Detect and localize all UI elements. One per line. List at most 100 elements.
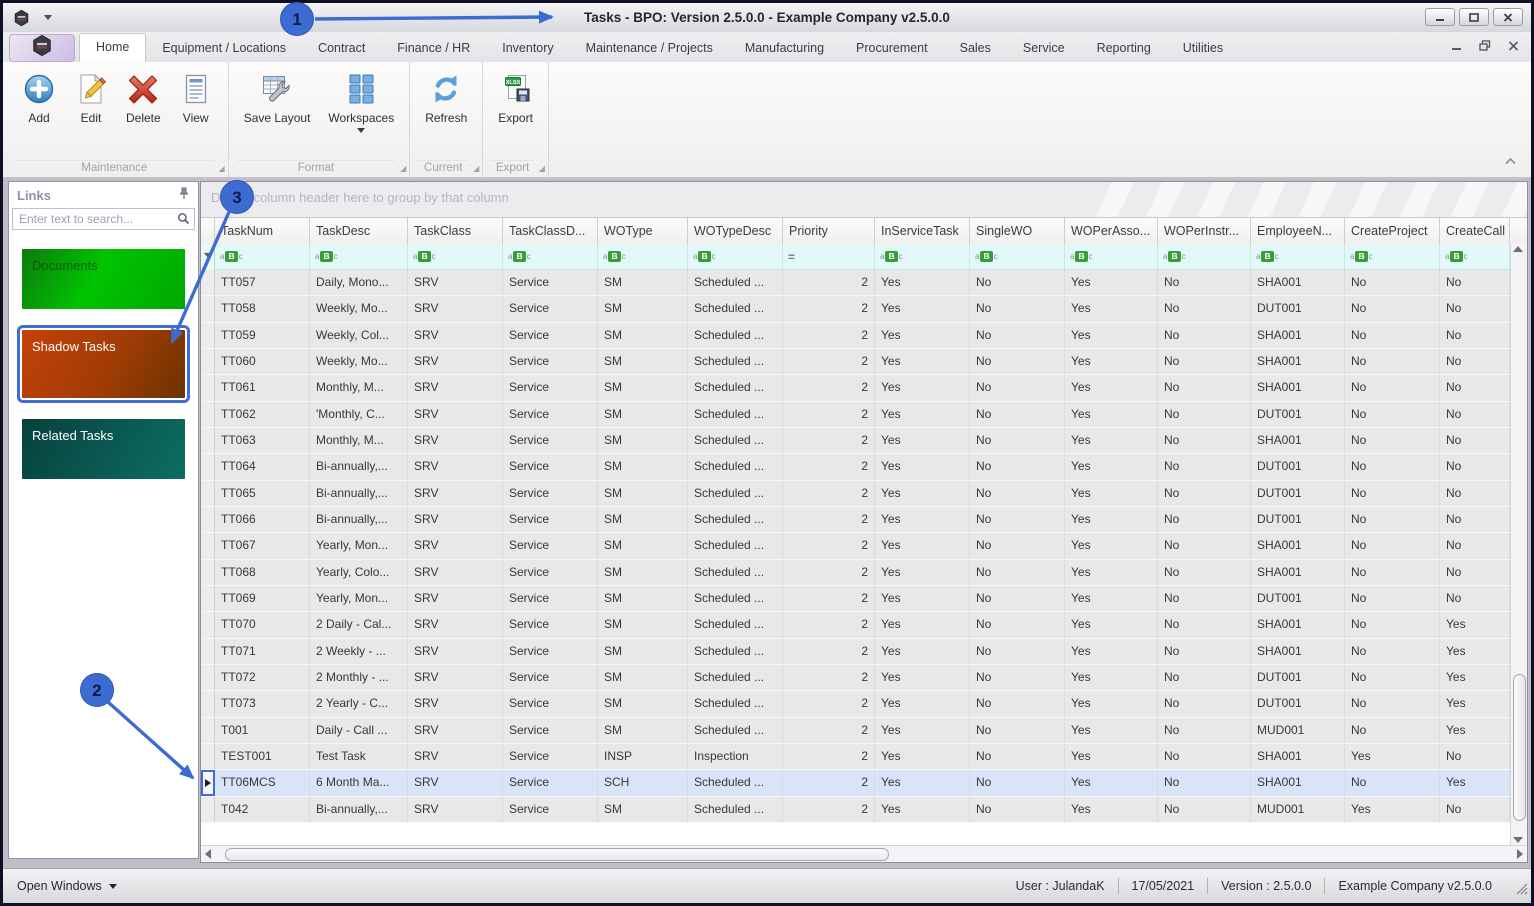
group-dialog-launcher-icon[interactable]: ◢ (473, 165, 479, 173)
tab-procurement[interactable]: Procurement (840, 35, 944, 62)
tab-utilities[interactable]: Utilities (1167, 35, 1239, 62)
filter-cell-tasknum[interactable]: aBc (215, 244, 310, 270)
link-tile-documents[interactable]: Documents (22, 249, 185, 309)
column-header-tasknum[interactable]: TaskNum (215, 218, 310, 245)
search-input[interactable] (12, 208, 195, 230)
table-row-TT072[interactable]: TT072 2 Monthly - ... SRV Service SM Schedule… (201, 664, 1510, 692)
column-header-createproject[interactable]: CreateProject (1345, 218, 1440, 245)
column-header-wotypedesc[interactable]: WOTypeDesc (688, 218, 783, 245)
table-row-T001[interactable]: T001 Daily - Call ... SRV Service SM Schedule… (201, 717, 1510, 744)
maximize-button[interactable] (1459, 8, 1489, 26)
scroll-down-icon[interactable] (1513, 837, 1523, 843)
column-header-taskclassd[interactable]: TaskClassD... (503, 218, 598, 245)
group-dialog-launcher-icon[interactable]: ◢ (219, 165, 225, 173)
column-header-taskdesc[interactable]: TaskDesc (310, 218, 408, 245)
add-button[interactable]: Add (13, 67, 65, 125)
table-row-TT073[interactable]: TT073 2 Yearly - C... SRV Service SM Schedule… (201, 691, 1510, 718)
column-header-employeen[interactable]: EmployeeN... (1251, 218, 1345, 245)
link-tile-related-tasks[interactable]: Related Tasks (22, 419, 185, 479)
table-row-TT068[interactable]: TT068 Yearly, Colo... SRV Service SM Schedule… (201, 559, 1510, 586)
group-dialog-launcher-icon[interactable]: ◢ (539, 165, 545, 173)
column-header-woperasso[interactable]: WOPerAsso... (1065, 218, 1158, 245)
group-dialog-launcher-icon[interactable]: ◢ (400, 165, 406, 173)
horizontal-scrollbar[interactable] (201, 845, 1527, 862)
tab-reporting[interactable]: Reporting (1081, 35, 1167, 62)
link-tile-shadow-tasks[interactable]: Shadow Tasks (17, 325, 190, 403)
column-header-woperinstr[interactable]: WOPerInstr... (1158, 218, 1251, 245)
save-layout-button[interactable]: Save Layout (235, 67, 320, 125)
column-header-inservicetask[interactable]: InServiceTask (875, 218, 970, 245)
table-row-TT065[interactable]: TT065 Bi-annually,... SRV Service SM Schedule… (201, 480, 1510, 507)
vertical-scrollbar-thumb[interactable] (1513, 674, 1526, 821)
filter-cell-woperasso[interactable]: aBc (1065, 244, 1158, 270)
tab-equipment-locations[interactable]: Equipment / Locations (146, 35, 302, 62)
tab-service[interactable]: Service (1007, 35, 1081, 62)
column-header-createcall[interactable]: CreateCall (1440, 218, 1510, 245)
table-row-TT06MCS[interactable]: TT06MCS 6 Month Ma... SRV Service SCH Schedul… (201, 770, 1510, 797)
column-header-wotype[interactable]: WOType (598, 218, 688, 245)
table-row-TT066[interactable]: TT066 Bi-annually,... SRV Service SM Schedule… (201, 506, 1510, 534)
filter-cell-inservicetask[interactable]: aBc (875, 244, 970, 270)
quick-access-dropdown-icon[interactable] (44, 15, 52, 20)
workspaces-button[interactable]: Workspaces (319, 67, 403, 133)
mdi-close-icon[interactable] (1508, 40, 1519, 51)
table-row-TT069[interactable]: TT069 Yearly, Mon... SRV Service SM Scheduled… (201, 585, 1510, 613)
filter-cell-taskclassd[interactable]: aBc (503, 244, 598, 270)
filter-cell-taskdesc[interactable]: aBc (310, 244, 408, 270)
table-row-TT061[interactable]: TT061 Monthly, M... SRV Service SM Scheduled … (201, 375, 1510, 402)
minimize-button[interactable] (1425, 8, 1455, 26)
table-row-TT059[interactable]: TT059 Weekly, Col... SRV Service SM Scheduled… (201, 322, 1510, 349)
tab-contract[interactable]: Contract (302, 35, 381, 62)
vertical-scrollbar[interactable] (1510, 244, 1527, 845)
scroll-left-icon[interactable] (205, 849, 211, 859)
edit-button[interactable]: Edit (65, 67, 117, 125)
mdi-minimize-icon[interactable] (1451, 41, 1462, 51)
column-header-taskclass[interactable]: TaskClass (408, 218, 503, 245)
table-row-TT063[interactable]: TT063 Monthly, M... SRV Service SM Scheduled … (201, 427, 1510, 455)
filter-cell-singlewo[interactable]: aBc (970, 244, 1065, 270)
export-button[interactable]: XLSX Export (489, 67, 542, 125)
open-windows-button[interactable]: Open Windows (3, 879, 117, 893)
tab-manufacturing[interactable]: Manufacturing (729, 35, 840, 62)
tab-inventory[interactable]: Inventory (486, 35, 569, 62)
table-row-TT057[interactable]: TT057 Daily, Mono... SRV Service SM Scheduled… (201, 270, 1510, 297)
close-button[interactable] (1493, 8, 1523, 26)
scroll-up-icon[interactable] (1513, 246, 1523, 252)
mdi-restore-icon[interactable] (1479, 40, 1491, 51)
collapse-ribbon-icon[interactable] (1504, 157, 1517, 169)
table-row-TT060[interactable]: TT060 Weekly, Mo... SRV Service SM Scheduled … (201, 348, 1510, 376)
table-row-TT067[interactable]: TT067 Yearly, Mon... SRV Service SM Scheduled… (201, 533, 1510, 560)
search-icon[interactable] (177, 212, 190, 230)
table-row-T042[interactable]: T042 Bi-annually,... SRV Service SM Scheduled… (201, 796, 1510, 823)
refresh-button[interactable]: Refresh (416, 67, 476, 125)
column-header-singlewo[interactable]: SingleWO (970, 218, 1065, 245)
filter-cell-wotype[interactable]: aBc (598, 244, 688, 270)
column-header-priority[interactable]: Priority (783, 218, 875, 245)
tab-finance-hr[interactable]: Finance / HR (381, 35, 486, 62)
table-row-TT064[interactable]: TT064 Bi-annually,... SRV Service SM Schedule… (201, 454, 1510, 481)
delete-button[interactable]: Delete (117, 67, 170, 125)
application-button[interactable] (9, 34, 75, 62)
tab-sales[interactable]: Sales (944, 35, 1007, 62)
horizontal-scrollbar-thumb[interactable] (225, 848, 889, 861)
filter-cell-priority[interactable]: = (783, 244, 875, 270)
group-by-panel[interactable]: Drag a column header here to group by th… (201, 182, 1527, 217)
table-row-TT071[interactable]: TT071 2 Weekly - ... SRV Service SM Scheduled… (201, 638, 1510, 665)
table-row-TT062[interactable]: TT062 'Monthly, C... SRV Service SM Scheduled… (201, 401, 1510, 428)
scroll-right-icon[interactable] (1517, 849, 1523, 859)
filter-funnel-icon[interactable] (201, 244, 215, 270)
table-row-TEST001[interactable]: TEST001 Test Task SRV Service INSP Inspection… (201, 743, 1510, 771)
filter-cell-woperinstr[interactable]: aBc (1158, 244, 1251, 270)
app-logo-icon[interactable] (13, 9, 30, 27)
filter-cell-taskclass[interactable]: aBc (408, 244, 503, 270)
tab-home[interactable]: Home (79, 33, 147, 62)
filter-cell-employeen[interactable]: aBc (1251, 244, 1345, 270)
pin-icon[interactable] (178, 187, 190, 203)
filter-cell-wotypedesc[interactable]: aBc (688, 244, 783, 270)
table-row-TT070[interactable]: TT070 2 Daily - Cal... SRV Service SM Schedul… (201, 612, 1510, 639)
tab-maintenance-projects[interactable]: Maintenance / Projects (570, 35, 729, 62)
table-row-TT058[interactable]: TT058 Weekly, Mo... SRV Service SM Scheduled … (201, 296, 1510, 323)
resize-grip[interactable] (1516, 882, 1528, 900)
view-button[interactable]: View (170, 67, 222, 125)
filter-cell-createcall[interactable]: aBc (1440, 244, 1510, 270)
